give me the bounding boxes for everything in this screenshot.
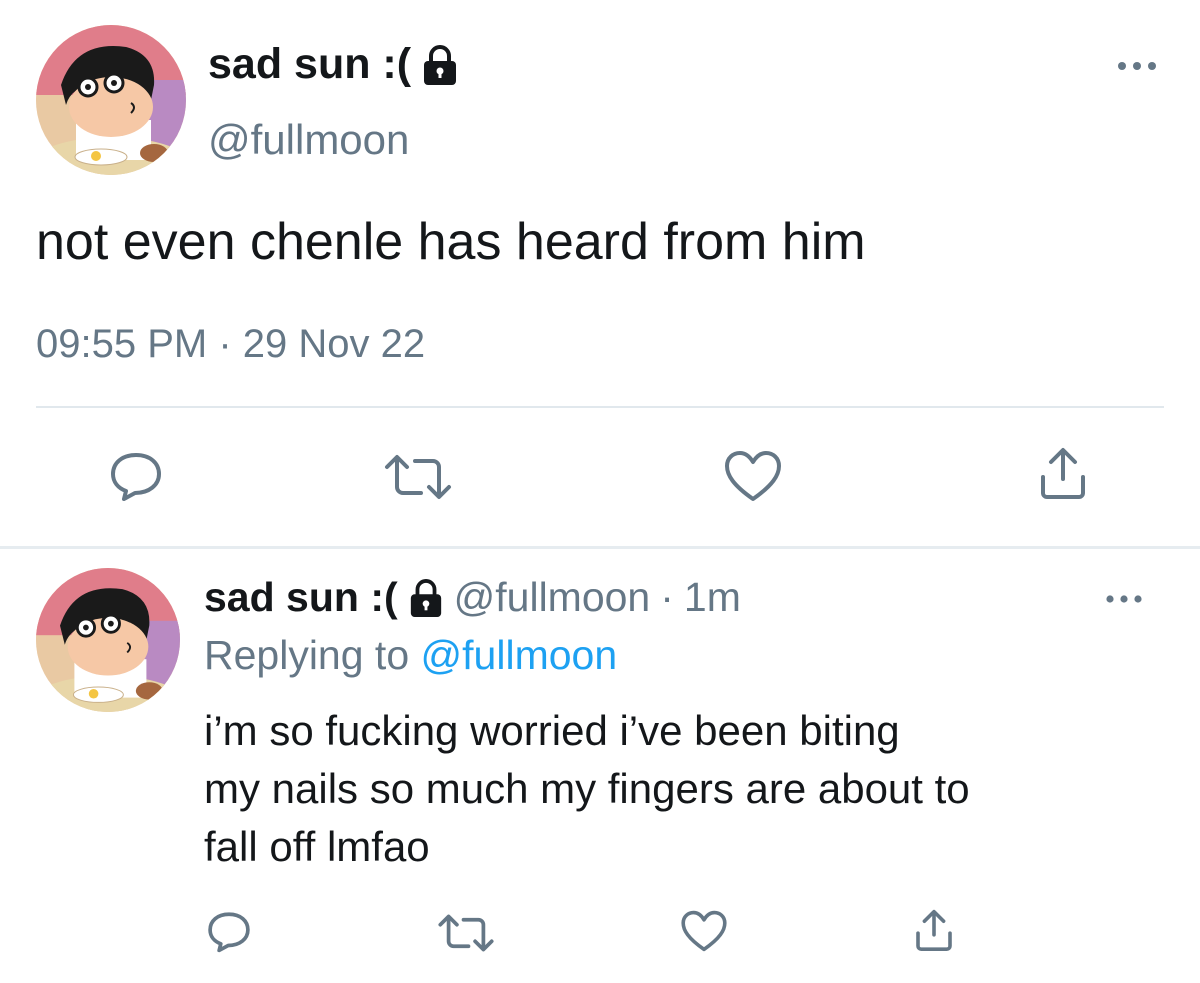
reply-icon[interactable] [206,910,252,953]
tweet-age[interactable]: 1m [684,574,741,621]
avatar[interactable] [36,568,180,712]
replying-to: Replying to @fullmoon [204,632,617,679]
reply-header: sad sun :( @fullmoon · 1m [204,574,741,621]
tweet-text-line: fall off lmfao [204,823,430,870]
divider [36,406,1164,408]
share-icon[interactable] [914,907,954,953]
avatar-image [36,25,186,175]
replying-prefix: Replying to [204,632,410,678]
tweet-timestamp[interactable]: 09:55 PM · 29 Nov 22 [36,322,425,367]
replying-to-link[interactable]: @fullmoon [421,632,618,678]
avatar[interactable] [36,25,186,175]
tweet-text-line: my nails so much my fingers are about to [204,765,970,812]
reply-icon[interactable] [108,450,164,502]
username-handle[interactable]: @fullmoon [454,574,651,621]
tweet-text-line: i’m so fucking worried i’ve been biting [204,707,900,754]
meta-separator: · [218,322,232,366]
heart-icon[interactable] [680,909,728,953]
lock-icon [421,44,459,86]
lock-icon [408,578,444,618]
tweet-action-bar [0,445,1200,505]
tweet-action-bar [0,905,1200,960]
more-options-icon[interactable] [1104,590,1144,608]
tweet-date: 29 Nov 22 [242,322,426,366]
more-options-icon[interactable] [1115,56,1159,76]
display-name[interactable]: sad sun :( [208,40,411,89]
tweet-text: i’m so fucking worried i’ve been biting … [204,702,1164,876]
display-name[interactable]: sad sun :( [204,574,398,621]
share-icon[interactable] [1038,445,1088,501]
tweet-time: 09:55 PM [36,322,208,366]
display-name-row[interactable]: sad sun :( [208,40,459,89]
meta-separator: · [660,574,674,620]
retweet-icon[interactable] [437,913,495,953]
thread-divider [0,546,1200,549]
heart-icon[interactable] [723,449,783,503]
retweet-icon[interactable] [383,453,453,501]
avatar-image [36,568,180,712]
username-handle[interactable]: @fullmoon [208,116,409,164]
tweet-text: not even chenle has heard from him [36,213,866,271]
